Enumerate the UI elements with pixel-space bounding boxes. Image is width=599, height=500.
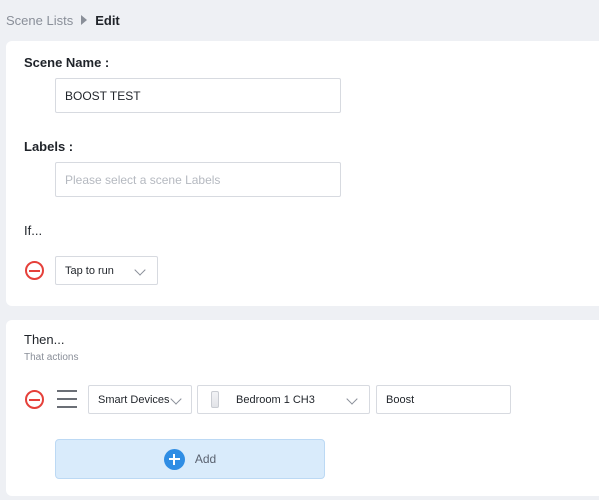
- actions-subtitle: That actions: [24, 352, 79, 363]
- drag-handle-icon[interactable]: [57, 390, 77, 408]
- remove-action-button[interactable]: [25, 390, 44, 409]
- minus-circle-icon: [29, 269, 40, 272]
- plus-circle-icon: [163, 448, 185, 470]
- condition-select-value: Tap to run: [65, 264, 114, 277]
- if-label: If...: [24, 223, 43, 238]
- breadcrumb: Scene Lists Edit: [6, 10, 120, 30]
- action-type-value: Smart Devices: [98, 393, 170, 406]
- scene-name-label: Scene Name :: [24, 55, 110, 70]
- remove-condition-button[interactable]: [25, 261, 44, 280]
- action-value: Boost: [386, 393, 415, 406]
- add-action-button[interactable]: Add: [55, 439, 325, 479]
- device-select[interactable]: Bedroom 1 CH3: [197, 385, 370, 414]
- labels-label: Labels :: [24, 139, 74, 154]
- chevron-down-icon: [346, 393, 358, 405]
- add-action-label: Add: [194, 452, 217, 466]
- chevron-down-icon: [170, 393, 182, 405]
- device-select-value: Bedroom 1 CH3: [236, 393, 315, 406]
- chevron-down-icon: [134, 264, 146, 276]
- condition-select[interactable]: Tap to run: [55, 256, 158, 285]
- minus-circle-icon: [29, 398, 40, 401]
- breadcrumb-current: Edit: [95, 12, 120, 28]
- scene-settings-panel: Scene Name : Labels : If... Tap to run: [6, 41, 599, 306]
- triangle-right-icon: [81, 15, 88, 25]
- action-value-field[interactable]: Boost: [376, 385, 511, 414]
- device-thumbnail-icon: [211, 391, 219, 408]
- action-type-select[interactable]: Smart Devices: [88, 385, 192, 414]
- breadcrumb-scene-lists-link[interactable]: Scene Lists: [6, 13, 73, 28]
- labels-input[interactable]: [55, 162, 341, 197]
- scene-name-input[interactable]: [55, 78, 341, 113]
- actions-panel: Then... That actions Smart Devices Bedro…: [6, 320, 599, 496]
- then-label: Then...: [24, 332, 65, 347]
